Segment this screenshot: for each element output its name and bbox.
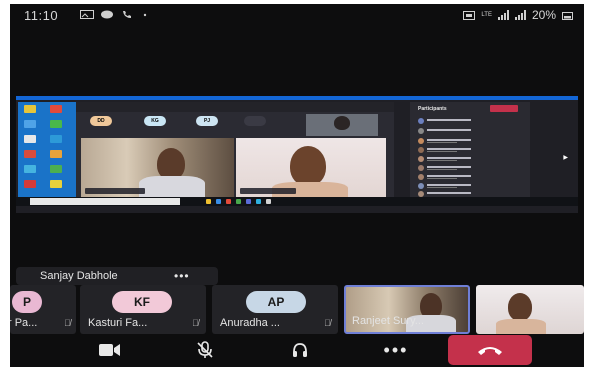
shared-video-tile-1 (81, 138, 234, 197)
participant-row (418, 165, 526, 171)
signal-2-icon (514, 10, 526, 20)
participant-tile[interactable]: KF Kasturi Fa... 🎙̸ (80, 285, 206, 334)
message-icon (101, 10, 113, 19)
call-controls: ••• (10, 334, 584, 367)
status-bar: 11:10 LTE 20% (10, 4, 584, 26)
participant-video-tile[interactable]: Ranjeet Sury... (344, 285, 470, 334)
battery-percent: 20% (531, 8, 556, 22)
shared-camera-preview (306, 114, 378, 136)
avatar: AP (246, 291, 306, 313)
participant-name: Kasturi Fa... (88, 317, 148, 329)
speaker-more-button[interactable]: ••• (174, 267, 190, 285)
shared-screen-border (16, 96, 578, 100)
participant-video-tile[interactable] (476, 285, 584, 334)
hang-up-icon (478, 347, 502, 355)
desktop-icons (18, 102, 76, 197)
mute-button[interactable] (175, 337, 235, 363)
participant-row (418, 138, 526, 144)
video-camera-icon (99, 343, 120, 356)
participant-name: Anuradha ... (220, 317, 280, 329)
participant-tile[interactable]: AP Anuradha ... 🎙̸ (212, 285, 338, 334)
status-right: LTE 20% (463, 8, 574, 22)
taskbar-search (30, 198, 180, 205)
avatar: P (12, 291, 42, 313)
meeting-window-titlebar (76, 102, 394, 112)
notification-dot-icon (143, 13, 147, 17)
windows-taskbar (16, 197, 578, 206)
audio-button[interactable] (270, 337, 330, 363)
phone-screen: 11:10 LTE 20% DD KG PJ Participants ▶ Sa… (10, 4, 584, 367)
camera-button[interactable] (80, 337, 140, 363)
participant-row (418, 147, 526, 153)
volte-icon (463, 10, 476, 20)
phone-icon (123, 11, 131, 18)
participant-row (418, 118, 526, 124)
end-call-button[interactable] (448, 335, 532, 365)
microphone-off-icon (197, 340, 213, 358)
battery-icon (562, 11, 573, 20)
shared-bubble-1: DD (90, 116, 112, 126)
shared-bubble-2: KG (144, 116, 166, 126)
network-label: LTE (481, 12, 492, 18)
more-options-button[interactable]: ••• (366, 337, 426, 363)
leave-button-shared (490, 105, 518, 112)
gallery-icon (80, 10, 94, 19)
cursor-arrow-icon: ▶ (563, 155, 568, 161)
participant-row (418, 156, 526, 162)
microphone-off-icon: 🎙̸ (192, 318, 199, 328)
participant-name: Ranjeet Sury... (352, 315, 424, 327)
status-time: 11:10 (24, 8, 59, 23)
participant-row (418, 128, 526, 134)
participants-title: Participants (418, 106, 447, 112)
shared-bubble-4 (244, 116, 266, 126)
shared-bubble-3: PJ (196, 116, 218, 126)
shared-screen[interactable]: DD KG PJ Participants ▶ (16, 96, 578, 213)
participants-panel: Participants (410, 102, 530, 197)
active-speaker-chip[interactable]: Sanjay Dabhole ••• (16, 267, 218, 285)
active-speaker-name: Sanjay Dabhole (40, 270, 118, 282)
microphone-off-icon: 🎙̸ (64, 318, 71, 328)
participant-row (418, 174, 526, 180)
headset-icon (293, 342, 307, 357)
shared-video-tile-2 (236, 138, 386, 197)
participant-tile[interactable]: P r Pa... 🎙̸ (10, 285, 76, 334)
avatar: KF (112, 291, 172, 313)
microphone-off-icon: 🎙̸ (324, 318, 331, 328)
participant-strip[interactable]: P r Pa... 🎙̸ KF Kasturi Fa... 🎙̸ AP Anur… (10, 285, 584, 334)
signal-1-icon (497, 10, 509, 20)
participant-row (418, 183, 526, 189)
participant-name: r Pa... (10, 317, 38, 329)
